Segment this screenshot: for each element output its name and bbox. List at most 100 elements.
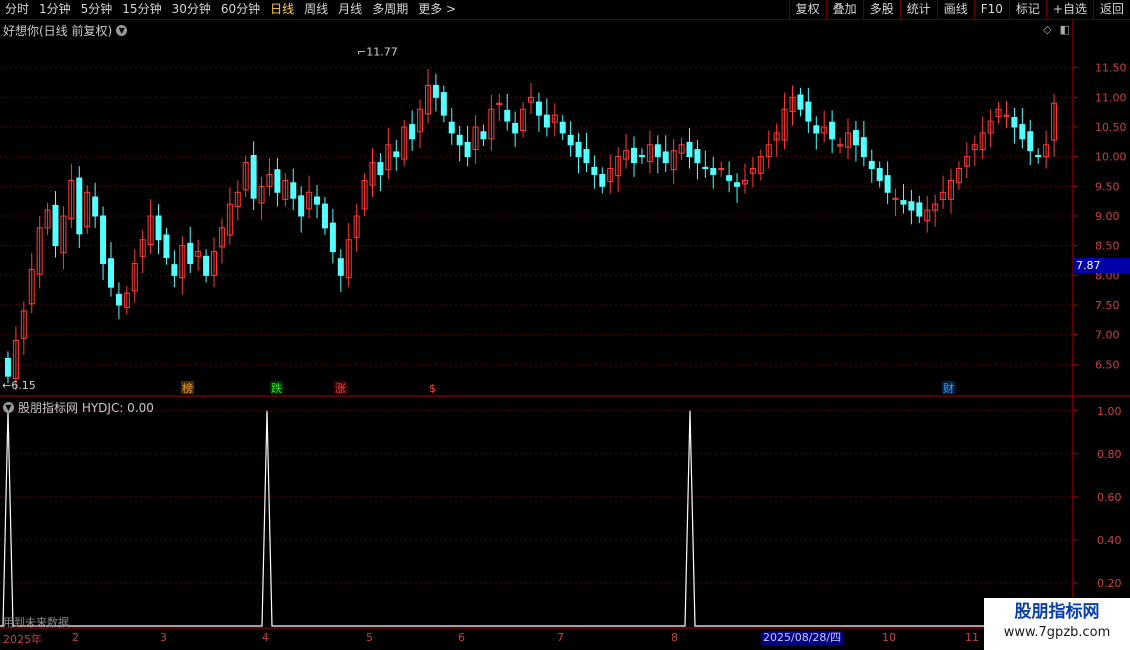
ind-y-tick-label: 0.60 [1097,491,1122,504]
marker-badge-text: 跌 [271,381,282,395]
candle-body [694,149,701,164]
top-toolbar: 分时 1分钟 5分钟 15分钟 30分钟 60分钟 日线 周线 月线 多周期 更多 > 复权 叠加 多股… [0,0,1130,20]
candle-body [464,141,471,158]
candle-body [686,141,693,158]
hydjc-line [0,410,1073,627]
x-axis-label: 4 [262,631,269,644]
y-tick-label: 10.50 [1095,121,1127,134]
candle-body [535,101,542,116]
period-tab-2[interactable]: 5分钟 [76,0,118,19]
candle-body [337,258,344,276]
ind-y-tick-label: 1.00 [1097,405,1122,418]
period-tab-6[interactable]: 日线 [265,0,299,19]
candle-body [876,168,883,181]
candle-body [377,162,384,175]
tool-button-7[interactable]: +自选 [1045,0,1093,19]
period-tab-8[interactable]: 月线 [333,0,367,19]
period-tab-1[interactable]: 1分钟 [34,0,76,19]
candle-body [860,137,867,158]
candle-body [662,151,669,164]
candle-body [1035,154,1042,158]
period-tab-0[interactable]: 分时 [0,0,34,19]
candle-body [797,94,804,110]
candle-body [559,121,566,134]
period-tab-3[interactable]: 15分钟 [117,0,166,19]
candle-body [250,154,257,199]
candle-body [599,173,606,187]
ind-y-tick-label: 0.20 [1097,577,1122,590]
candle-body [575,141,582,158]
main-chart-title: 好想你(日线 前复权) [3,24,113,38]
tool-button-6[interactable]: 标记 [1008,0,1046,19]
period-tab-9[interactable]: 多周期 [367,0,413,19]
candle-body [1011,117,1018,128]
chevron-down-icon[interactable]: ▼ [116,25,128,36]
candle-body [916,202,923,217]
candle-body [115,293,122,306]
period-tab-5[interactable]: 60分钟 [216,0,265,19]
low-price-label: ←6.15 [2,379,36,392]
tool-button-4[interactable]: 画线 [936,0,974,19]
y-tick-label: 10.00 [1095,151,1127,164]
candle-body [440,92,447,116]
diamond-icon[interactable]: ◇ [1043,23,1051,36]
candle-body [329,222,336,253]
candle-body [543,114,550,128]
marker-badge-text: $ [429,382,436,395]
window-icon[interactable]: ◧ [1060,23,1070,36]
candle-body [321,203,328,229]
tool-button-5[interactable]: F10 [973,0,1009,19]
candle-body [908,201,915,211]
candle-body [726,175,733,181]
x-axis-label: 8 [671,631,678,644]
candle-body [107,258,114,288]
x-axis-label: 11 [965,631,979,644]
x-axis-label: 2 [72,631,79,644]
watermark-logo: 股朋指标网 www.7gpzb.com [984,598,1130,650]
candle-body [314,196,321,205]
x-axis-label: 5 [366,631,373,644]
candle-body [187,242,194,264]
candle-body [631,147,638,164]
tool-button-0[interactable]: 复权 [788,0,826,19]
candle-body [432,84,439,98]
y-tick-label: 11.00 [1095,91,1127,104]
candle-body [813,125,820,134]
candle-body [100,215,107,264]
x-axis-label: 6 [458,631,465,644]
chevron-down-icon[interactable]: ▼ [3,402,14,413]
candle-body [638,154,645,158]
tool-button-2[interactable]: 多股 [862,0,900,19]
y-tick-label: 8.50 [1095,240,1120,253]
period-tab-10[interactable]: 更多 > [413,0,461,19]
marker-badge-text: 榜 [182,381,193,395]
watermark-url: www.7gpzb.com [1003,625,1111,640]
current-price-tag: 7.87 [1073,258,1130,273]
tool-button-1[interactable]: 叠加 [825,0,863,19]
candle-body [298,195,305,217]
hover-date-tag: 2025/08/28/四 [761,631,844,645]
x-axis-label: 2025年 [3,633,42,646]
candle-body [456,134,463,146]
tool-button-3[interactable]: 统计 [899,0,937,19]
y-tick-label: 9.50 [1095,180,1120,193]
tool-button-8[interactable]: 返回 [1092,0,1130,19]
ind-y-tick-label: 0.40 [1097,534,1122,547]
ind-y-tick-label: 0.80 [1097,448,1122,461]
candle-body [884,175,891,193]
candle-body [409,124,416,140]
y-tick-label: 7.00 [1095,329,1120,342]
candle-body [805,101,812,122]
indicator-title: 股朋指标网 HYDJC: 0.00 [18,401,154,415]
candle-body [654,144,661,158]
period-tab-4[interactable]: 30分钟 [167,0,216,19]
candle-body [567,134,574,146]
candle-body [852,130,859,146]
chart-area: 11.5011.0010.5010.009.509.008.508.007.50… [0,20,1130,632]
high-price-label: ⌐11.77 [357,46,398,59]
candle-body [900,200,907,205]
period-tabs: 分时 1分钟 5分钟 15分钟 30分钟 60分钟 日线 周线 月线 多周期 更多 > [0,0,461,19]
period-tab-7[interactable]: 周线 [299,0,333,19]
y-tick-label: 7.50 [1095,299,1120,312]
candle-body [448,121,455,134]
